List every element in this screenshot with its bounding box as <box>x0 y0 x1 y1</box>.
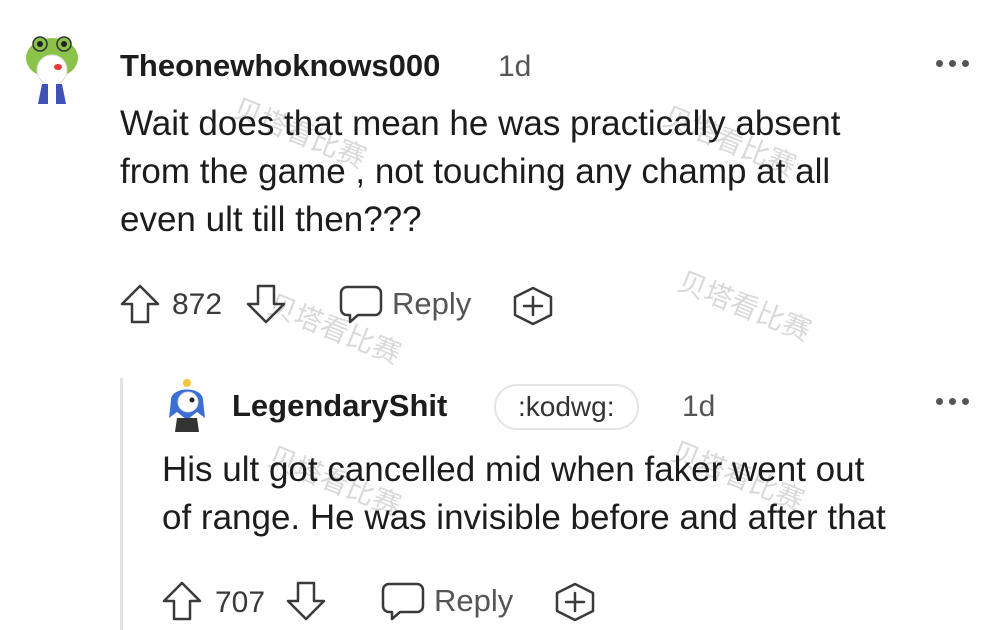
upvote-count: 872 <box>172 288 223 321</box>
reply-body-line: His ult got cancelled mid when faker wen… <box>162 450 865 489</box>
user-flair-badge: :kodwg: <box>494 384 639 430</box>
downvote-button[interactable] <box>244 283 288 325</box>
downvote-arrow-icon <box>286 581 326 621</box>
award-plus-icon <box>555 582 595 622</box>
more-dot <box>949 60 956 67</box>
more-dot <box>949 398 956 405</box>
reply-upvote-button[interactable] <box>160 580 204 622</box>
reply-button[interactable]: Reply <box>338 284 471 324</box>
comment-body-line: Wait does that mean he was practically a… <box>120 104 841 143</box>
thread-line[interactable] <box>120 378 123 630</box>
reply-upvote-count: 707 <box>215 586 266 619</box>
reply-body-line: of range. He was invisible before and af… <box>162 498 886 537</box>
reply-avatar[interactable] <box>165 378 209 432</box>
upvote-button[interactable] <box>118 283 162 325</box>
upvote-arrow-icon <box>162 581 202 621</box>
reply-label: Reply <box>434 583 514 618</box>
more-dot <box>962 398 969 405</box>
comment-body-line: even ult till then??? <box>120 200 422 239</box>
more-dot <box>936 60 943 67</box>
watermark: 贝塔看比赛 <box>673 264 816 348</box>
reply-reply-button[interactable]: Reply <box>380 581 513 621</box>
reply-username[interactable]: LegendaryShit <box>232 388 447 424</box>
downvote-arrow-icon <box>246 284 286 324</box>
comment-body-line: from the game , not touching any champ a… <box>120 152 831 191</box>
comment-thread: 贝塔看比赛 贝塔看比赛 贝塔看比赛 贝塔看比赛 贝塔看比赛 贝塔看比赛 Theo… <box>0 0 997 630</box>
speech-bubble-icon <box>381 582 425 621</box>
award-plus-icon <box>513 286 553 326</box>
reply-label: Reply <box>392 286 472 321</box>
award-button[interactable] <box>510 285 556 327</box>
comment-timestamp: 1d <box>498 50 532 83</box>
reply-award-button[interactable] <box>552 581 598 623</box>
reply-downvote-button[interactable] <box>284 580 328 622</box>
upvote-arrow-icon <box>120 284 160 324</box>
frog-hat-avatar-icon <box>26 36 78 104</box>
more-dot <box>962 60 969 67</box>
comment-username[interactable]: Theonewhoknows000 <box>120 48 440 84</box>
more-dot <box>936 398 943 405</box>
reply-more-options-button[interactable] <box>936 398 969 405</box>
comment-more-options-button[interactable] <box>936 60 969 67</box>
blue-hair-avatar-icon <box>169 379 205 432</box>
speech-bubble-icon <box>339 285 383 324</box>
reply-timestamp: 1d <box>682 390 716 423</box>
avatar[interactable] <box>22 32 82 106</box>
